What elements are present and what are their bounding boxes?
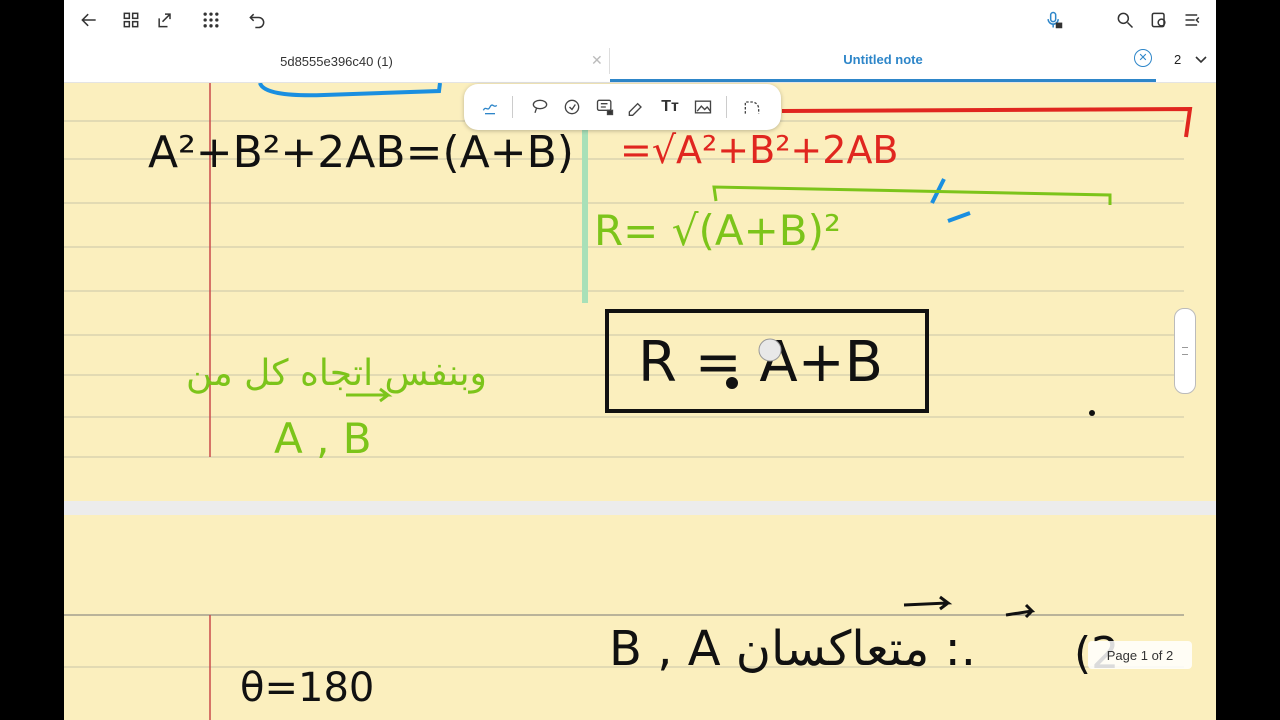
arabic-text-green: وبنفس اتجاه كل من (186, 353, 487, 394)
vector-arrow-black (903, 595, 953, 611)
shape-icon[interactable] (740, 95, 764, 119)
text-tool-label: Tт (661, 98, 679, 115)
share-icon[interactable] (150, 6, 180, 34)
pen-toolbar: Tт (464, 84, 781, 130)
highlighter-icon[interactable] (560, 95, 584, 119)
image-icon[interactable] (691, 95, 715, 119)
page-break (64, 501, 1216, 515)
equation-line2-green: R= √(A+B)² (594, 206, 841, 255)
pen-dot (726, 377, 738, 389)
pen-icon[interactable] (478, 95, 502, 119)
page-count[interactable]: 2 (1174, 52, 1181, 67)
close-circle-icon[interactable]: ✕ (1134, 49, 1152, 67)
tab-label: Untitled note (843, 52, 923, 67)
text-box-locked-icon[interactable] (593, 95, 617, 119)
lasso-icon[interactable] (528, 95, 552, 119)
arabic-text-black: B , A متعاكسان :. (609, 621, 976, 677)
equation-line1-red: =√A²+B²+2AB (620, 128, 899, 172)
eraser-icon[interactable] (624, 95, 648, 119)
chevron-down-icon[interactable] (1194, 52, 1208, 66)
green-radical-bar (712, 185, 1112, 205)
tab-untitled-note[interactable]: Untitled note (610, 40, 1156, 82)
pen-cursor (758, 338, 782, 362)
page-indicator: Page 1 of 2 (1088, 641, 1192, 669)
top-toolbar (64, 0, 1216, 40)
close-icon[interactable]: ✕ (591, 52, 603, 69)
page2-angle: θ=180 (240, 665, 374, 711)
vectors-green: A , B (274, 414, 372, 463)
note-app: 5d8555e396c40 (1) ✕ Untitled note ✕ 2 A²… (64, 0, 1216, 720)
text-icon[interactable]: Tт (658, 95, 682, 119)
search-icon[interactable] (1110, 6, 1140, 34)
tab-label: 5d8555e396c40 (1) (280, 53, 393, 69)
stray-dot (1089, 410, 1095, 416)
grid-view-icon[interactable] (116, 6, 146, 34)
toolbar-divider (512, 96, 513, 118)
blue-stroke (258, 83, 442, 98)
grip-icon (1182, 347, 1188, 355)
back-arrow-icon[interactable] (74, 6, 104, 34)
scroll-handle[interactable] (1174, 308, 1196, 394)
read-mode-icon[interactable] (1144, 6, 1174, 34)
tab-bar: 5d8555e396c40 (1) ✕ Untitled note ✕ 2 (64, 40, 1216, 83)
ruled-lines (64, 120, 1184, 668)
equation-line1-black: A²+B²+2AB=(A+B) (148, 127, 574, 178)
handwriting-canvas[interactable]: A²+B²+2AB=(A+B) =√A²+B²+2AB R= √(A+B)² و… (64, 83, 1216, 720)
tab-document[interactable]: 5d8555e396c40 (1) (64, 40, 609, 82)
toolbar-divider (726, 96, 727, 118)
boxed-result: R = A+B (638, 330, 883, 395)
note-canvas-area[interactable]: A²+B²+2AB=(A+B) =√A²+B²+2AB R= √(A+B)² و… (64, 83, 1216, 720)
undo-icon[interactable] (242, 6, 272, 34)
blue-cancel-stroke (947, 211, 971, 223)
menu-icon[interactable] (1178, 6, 1208, 34)
highlight-stroke (582, 123, 588, 303)
apps-icon[interactable] (196, 6, 226, 34)
mic-locked-icon[interactable] (1039, 6, 1069, 34)
